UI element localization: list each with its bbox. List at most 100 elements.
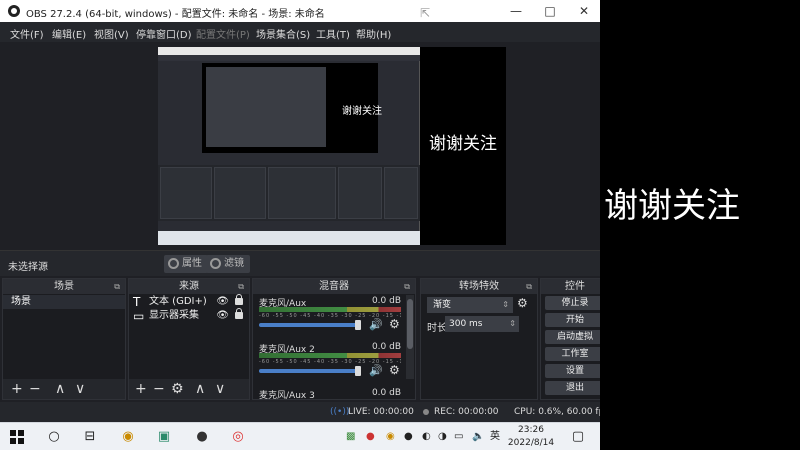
- source-settings-gear-icon[interactable]: ⚙: [171, 380, 184, 398]
- source-item[interactable]: T 文本 (GDI+) 👁: [129, 294, 249, 309]
- menu-file[interactable]: 文件(F): [10, 26, 44, 41]
- nvidia-tray-icon[interactable]: ▩: [346, 429, 355, 445]
- dock-float-icon[interactable]: ⧉: [114, 279, 120, 294]
- volume-slider-handle[interactable]: [355, 366, 361, 376]
- duration-field[interactable]: 300 ms ⇕: [445, 316, 519, 332]
- live-signal-icon: ((•)): [330, 407, 350, 417]
- updown-arrow-icon: ⇕: [502, 300, 509, 309]
- tray-obs-icon[interactable]: ●: [404, 429, 413, 445]
- window-title: OBS 27.2.4 (64-bit, windows) - 配置文件: 未命名…: [26, 9, 325, 20]
- menu-scene-collection[interactable]: 场景集合(S): [256, 26, 310, 41]
- volume-slider[interactable]: [259, 323, 359, 327]
- properties-button[interactable]: 属性: [164, 255, 208, 273]
- text-icon: T: [133, 295, 141, 309]
- scene-list-item[interactable]: 场景: [3, 295, 125, 309]
- move-up-icon[interactable]: ∧: [55, 380, 65, 398]
- filters-button[interactable]: 滤镜: [206, 255, 250, 273]
- menu-tools[interactable]: 工具(T): [316, 26, 350, 41]
- remove-source-icon[interactable]: −: [153, 380, 165, 398]
- settings-button[interactable]: 设置: [545, 364, 600, 378]
- source-item[interactable]: ▭ 显示器采集 👁: [129, 308, 249, 323]
- audio-mixer-dock: 混音器 ⧉ 麦克风/Aux 0.0 dB -60 -55 -50 -45 -40 …: [252, 278, 416, 400]
- close-button[interactable]: ✕: [568, 0, 600, 22]
- mixer-title: 混音器: [319, 281, 349, 292]
- studio-mode-button[interactable]: 工作室: [545, 347, 600, 361]
- monitor-icon: ▭: [133, 309, 145, 323]
- gear-icon[interactable]: ⚙: [389, 363, 400, 377]
- windows-start-icon[interactable]: [10, 430, 24, 444]
- search-circle-icon[interactable]: ○: [46, 429, 62, 445]
- transition-select[interactable]: 渐变 ⇕: [427, 297, 513, 313]
- add-scene-icon[interactable]: +: [11, 380, 23, 398]
- dock-float-icon[interactable]: ⧉: [238, 279, 244, 294]
- filter-icon: [210, 258, 221, 269]
- menu-help[interactable]: 帮助(H): [356, 26, 391, 41]
- tray-app-icon[interactable]: ●: [366, 429, 375, 445]
- source-toolbar: 未选择源 属性 滤镜: [0, 250, 600, 276]
- lock-icon[interactable]: [235, 294, 243, 305]
- app-window-icon[interactable]: ▣: [156, 429, 172, 445]
- menu-profile[interactable]: 配置文件(P): [196, 26, 250, 41]
- move-up-icon[interactable]: ∧: [195, 380, 205, 398]
- stop-recording-button[interactable]: 停止录: [545, 296, 600, 310]
- lock-icon[interactable]: [235, 308, 243, 319]
- nested-docks: [158, 165, 420, 221]
- speaker-icon[interactable]: 🔊: [369, 364, 383, 377]
- dock-float-icon[interactable]: ⧉: [526, 279, 532, 294]
- mouse-cursor-icon: ⇱: [420, 6, 431, 20]
- obs-taskbar-icon[interactable]: ●: [194, 429, 210, 445]
- menu-bar: 文件(F) 编辑(E) 视图(V) 停靠窗口(D) 配置文件(P) 场景集合(S…: [0, 22, 600, 42]
- menu-docks[interactable]: 停靠窗口(D): [136, 26, 192, 41]
- task-view-icon[interactable]: ⊟: [82, 429, 98, 445]
- notification-icon[interactable]: ▢: [570, 429, 586, 445]
- preview-canvas[interactable]: 谢谢关注 谢谢关注: [158, 47, 506, 245]
- move-down-icon[interactable]: ∨: [75, 380, 85, 398]
- controls-title: 控件: [565, 281, 585, 292]
- exit-button[interactable]: 退出: [545, 381, 600, 395]
- volume-slider[interactable]: [259, 369, 359, 373]
- visibility-eye-icon[interactable]: 👁: [216, 309, 229, 323]
- tray-owl-icon[interactable]: ◉: [386, 429, 395, 445]
- dock-float-icon[interactable]: ⧉: [404, 279, 410, 294]
- tray-shield-icon[interactable]: ◑: [438, 429, 447, 445]
- gear-icon[interactable]: ⚙: [517, 296, 528, 310]
- app-owl-icon[interactable]: ◉: [120, 429, 136, 445]
- tray-k-icon[interactable]: ◐: [422, 429, 431, 445]
- mixer-scrollbar[interactable]: [406, 295, 414, 379]
- sources-title: 来源: [179, 281, 199, 292]
- input-language[interactable]: 英: [490, 429, 500, 445]
- scenes-title: 场景: [54, 281, 74, 292]
- transitions-dock: 转场特效 ⧉ 渐变 ⇕ ⚙ 时长 300 ms ⇕: [420, 278, 538, 400]
- remove-scene-icon[interactable]: −: [29, 380, 41, 398]
- start-virtual-camera-button[interactable]: 启动虚拟: [545, 330, 600, 344]
- record-dot-icon: [423, 409, 429, 415]
- title-bar: OBS 27.2.4 (64-bit, windows) - 配置文件: 未命名…: [0, 0, 600, 22]
- maximize-button[interactable]: □: [534, 0, 566, 22]
- cpu-fps-readout: CPU: 0.6%, 60.00 fps: [514, 407, 600, 417]
- volume-meter: [259, 307, 401, 312]
- network-icon[interactable]: ▭: [454, 429, 463, 445]
- gear-icon[interactable]: ⚙: [389, 317, 400, 331]
- scenes-toolbar: + − ∧ ∨: [3, 379, 125, 399]
- mixer-channel: 麦克风/Aux 3 0.0 dB: [259, 388, 401, 400]
- add-source-icon[interactable]: +: [135, 380, 147, 398]
- volume-icon[interactable]: 🔈: [472, 429, 484, 445]
- minimize-button[interactable]: —: [500, 0, 532, 22]
- overlay-caption-text: 谢谢关注: [604, 186, 740, 226]
- speaker-icon[interactable]: 🔊: [369, 318, 383, 331]
- volume-slider-handle[interactable]: [355, 320, 361, 330]
- mixer-channel: 麦克风/Aux 0.0 dB -60 -55 -50 -45 -40 -35 -…: [259, 296, 401, 331]
- chrome-icon[interactable]: ◎: [230, 429, 246, 445]
- menu-edit[interactable]: 编辑(E): [52, 26, 86, 41]
- visibility-eye-icon[interactable]: 👁: [216, 295, 229, 309]
- start-button[interactable]: 开始: [545, 313, 600, 327]
- move-down-icon[interactable]: ∨: [215, 380, 225, 398]
- status-bar: ((•)) LIVE: 00:00:00 REC: 00:00:00 CPU: …: [0, 402, 600, 422]
- transitions-title: 转场特效: [459, 281, 499, 292]
- obs-logo-icon: [8, 5, 20, 17]
- no-source-selected-label: 未选择源: [8, 262, 48, 273]
- volume-meter: [259, 353, 401, 358]
- menu-view[interactable]: 视图(V): [94, 26, 129, 41]
- spinner-arrows-icon[interactable]: ⇕: [509, 316, 516, 332]
- taskbar-clock[interactable]: 23:26 2022/8/14: [506, 424, 556, 450]
